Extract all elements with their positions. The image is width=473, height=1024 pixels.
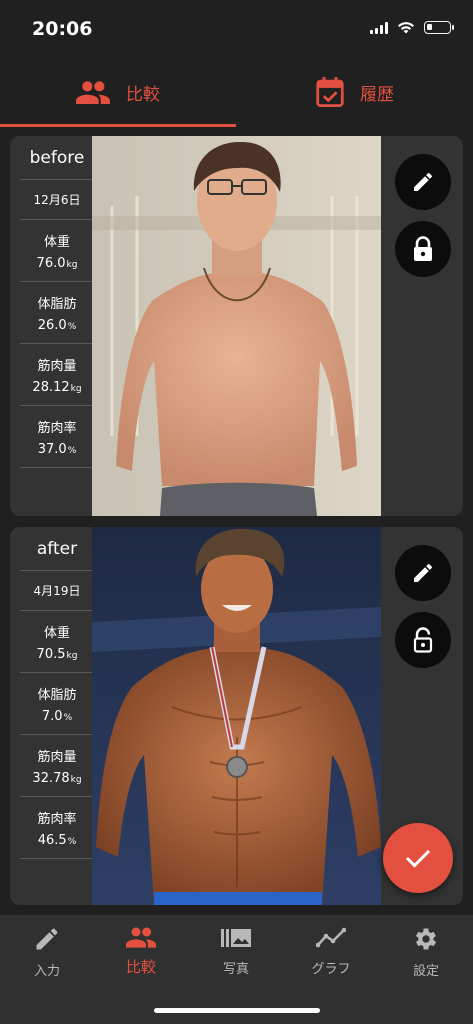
check-icon: [405, 849, 431, 868]
after-muscle-mass: 筋肉量 32.78kg: [20, 735, 94, 797]
metric-value: 37.0%: [37, 441, 77, 457]
nav-input-label: 入力: [33, 964, 60, 979]
after-stats: after 4月19日 体重 70.5kg 体脂肪 7.0% 筋肉量 32.78…: [20, 527, 94, 859]
before-weight: 体重 76.0kg: [20, 220, 94, 282]
before-muscle-rate: 筋肉率 37.0%: [20, 406, 94, 468]
after-date: 4月19日: [20, 571, 94, 611]
nav-graph[interactable]: グラフ: [284, 925, 378, 977]
home-indicator[interactable]: [154, 1008, 320, 1013]
nav-photos[interactable]: 写真: [189, 925, 283, 977]
metric-value: 76.0kg: [36, 255, 78, 271]
lock-open-icon: [413, 627, 433, 653]
nav-compare-label: 比較: [125, 958, 156, 976]
after-body-fat: 体脂肪 7.0%: [20, 673, 94, 735]
after-title: after: [20, 527, 94, 571]
before-muscle-mass: 筋肉量 28.12kg: [20, 344, 94, 406]
cellular-signal-icon: [370, 21, 388, 34]
before-edit-button[interactable]: [395, 154, 451, 210]
after-muscle-rate: 筋肉率 46.5%: [20, 797, 94, 859]
before-body-fat: 体脂肪 26.0%: [20, 282, 94, 344]
nav-settings-label: 設定: [412, 964, 439, 979]
metric-value: 7.0%: [41, 708, 73, 724]
metric-label: 筋肉率: [37, 811, 77, 827]
metric-label: 筋肉量: [37, 358, 77, 374]
metric-label: 体脂肪: [37, 296, 77, 312]
before-stats: before 12月6日 体重 76.0kg 体脂肪 26.0% 筋肉量 28.…: [20, 136, 94, 468]
line-chart-icon: [316, 927, 346, 948]
metric-value: 46.5%: [37, 832, 77, 848]
top-tab-bar: 比較 履歴: [0, 58, 473, 127]
after-edit-button[interactable]: [395, 545, 451, 601]
tab-compare-label: 比較: [126, 84, 160, 105]
nav-compare[interactable]: 比較: [94, 925, 188, 977]
tab-compare[interactable]: 比較: [0, 58, 236, 126]
after-photo[interactable]: [92, 527, 381, 905]
before-date: 12月6日: [20, 180, 94, 220]
metric-value: 70.5kg: [36, 646, 78, 662]
pencil-icon: [36, 928, 58, 950]
before-title: before: [20, 136, 94, 180]
before-card: before 12月6日 体重 76.0kg 体脂肪 26.0% 筋肉量 28.…: [10, 136, 463, 516]
status-time: 20:06: [32, 18, 93, 40]
nav-input[interactable]: 入力: [0, 925, 94, 979]
nav-settings[interactable]: 設定: [379, 925, 473, 979]
pencil-icon: [414, 564, 432, 582]
metric-value: 26.0%: [37, 317, 77, 333]
metric-label: 筋肉率: [37, 420, 77, 436]
photo-library-icon: [221, 929, 251, 947]
tab-history[interactable]: 履歴: [237, 58, 473, 126]
metric-label: 体重: [43, 625, 70, 641]
metric-label: 体脂肪: [37, 687, 77, 703]
pencil-icon: [414, 173, 432, 191]
before-lock-button[interactable]: [395, 221, 451, 277]
before-photo[interactable]: [92, 136, 381, 516]
people-icon: [76, 81, 110, 104]
after-weight: 体重 70.5kg: [20, 611, 94, 673]
people-icon: [126, 927, 156, 948]
status-icons: [370, 21, 454, 34]
wifi-icon: [398, 22, 414, 34]
metric-value: 28.12kg: [32, 379, 82, 395]
battery-icon: [424, 21, 454, 34]
active-tab-indicator: [0, 124, 236, 127]
calendar-check-icon: [316, 77, 344, 107]
metric-label: 体重: [43, 234, 70, 250]
confirm-fab-button[interactable]: [383, 823, 453, 893]
metric-value: 32.78kg: [32, 770, 82, 786]
nav-photos-label: 写真: [222, 962, 249, 977]
nav-graph-label: グラフ: [311, 962, 351, 977]
lock-closed-icon: [414, 236, 432, 261]
after-lock-button[interactable]: [395, 612, 451, 668]
gear-icon: [415, 928, 437, 950]
status-bar: 20:06: [0, 0, 473, 58]
tab-history-label: 履歴: [360, 84, 394, 105]
metric-label: 筋肉量: [37, 749, 77, 765]
